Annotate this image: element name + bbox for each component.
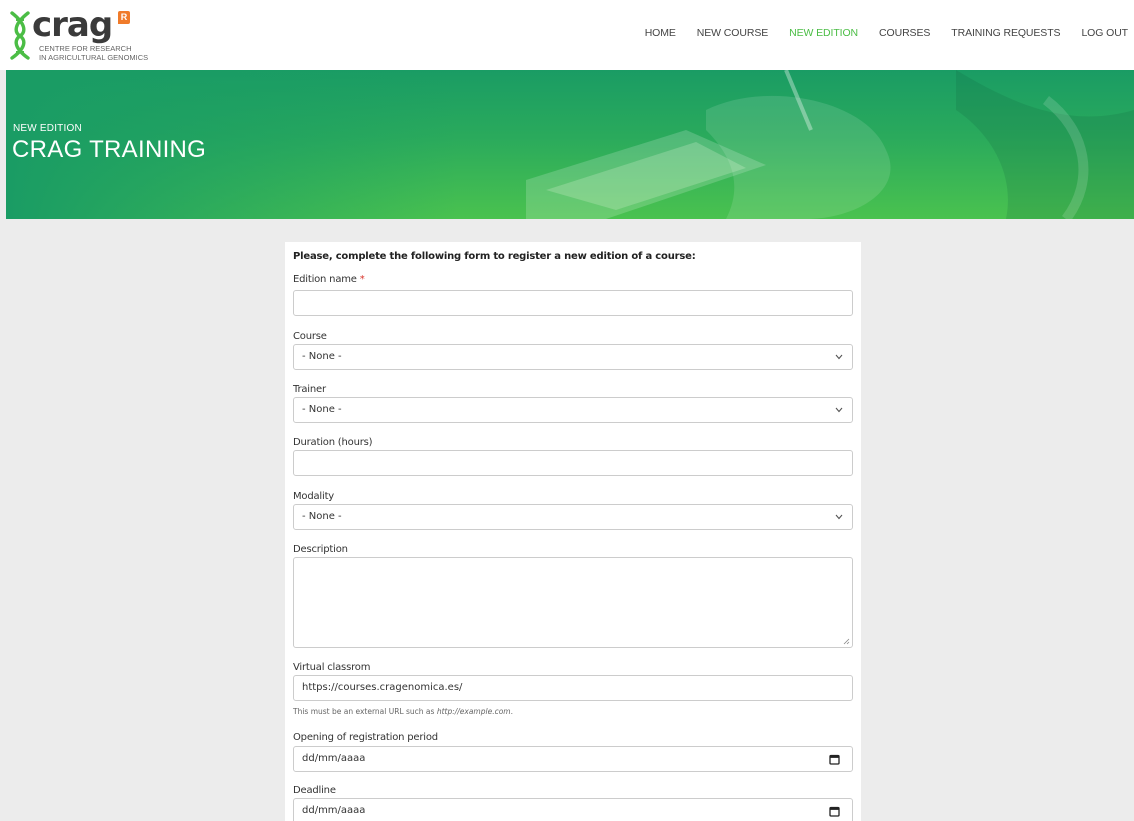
page-title: CRAG TRAINING xyxy=(12,136,207,163)
form-intro: Please, complete the following form to r… xyxy=(293,251,696,262)
logo-badge: R xyxy=(118,11,130,24)
course-label: Course xyxy=(293,331,327,342)
chevron-down-icon xyxy=(835,354,843,360)
edition-name-label: Edition name * xyxy=(293,274,365,285)
edition-name-input[interactable] xyxy=(293,290,853,316)
trainer-select-value: - None - xyxy=(302,404,342,415)
new-edition-form: Please, complete the following form to r… xyxy=(285,242,861,821)
nav-courses[interactable]: COURSES xyxy=(879,27,930,39)
nav-new-course[interactable]: NEW COURSE xyxy=(697,27,768,39)
calendar-icon[interactable] xyxy=(829,806,840,817)
modality-select-value: - None - xyxy=(302,511,342,522)
top-bar: crag R CENTRE FOR RESEARCH IN AGRICULTUR… xyxy=(0,0,1134,70)
nav-home[interactable]: HOME xyxy=(645,27,676,39)
virtual-classroom-help: This must be an external URL such as htt… xyxy=(293,707,513,716)
deadline-label: Deadline xyxy=(293,785,336,796)
virtual-classroom-input[interactable]: https://courses.cragenomica.es/ xyxy=(293,675,853,701)
deadline-date-input[interactable]: dd/mm/aaaa xyxy=(293,798,853,821)
nav-training-requests[interactable]: TRAINING REQUESTS xyxy=(951,27,1060,39)
virtual-classroom-label: Virtual classrom xyxy=(293,662,371,673)
dna-helix-icon xyxy=(10,11,30,60)
registration-opening-date-input[interactable]: dd/mm/aaaa xyxy=(293,746,853,772)
course-select-value: - None - xyxy=(302,351,342,362)
deadline-value: dd/mm/aaaa xyxy=(302,805,366,816)
trainer-label: Trainer xyxy=(293,384,326,395)
main-nav: HOME NEW COURSE NEW EDITION COURSES TRAI… xyxy=(624,27,1128,39)
description-textarea[interactable] xyxy=(293,557,853,648)
required-mark: * xyxy=(359,274,365,285)
logo-subtitle-line1: CENTRE FOR RESEARCH xyxy=(39,44,132,53)
edition-name-label-text: Edition name xyxy=(293,274,357,285)
help-text-prefix: This must be an external URL such as xyxy=(293,707,437,716)
banner-kicker: NEW EDITION xyxy=(13,123,82,134)
crag-logo[interactable]: crag R CENTRE FOR RESEARCH IN AGRICULTUR… xyxy=(8,5,148,62)
calendar-icon[interactable] xyxy=(829,754,840,765)
page-banner: NEW EDITION CRAG TRAINING xyxy=(6,70,1134,219)
chevron-down-icon xyxy=(835,514,843,520)
nav-log-out[interactable]: LOG OUT xyxy=(1081,27,1128,39)
description-label: Description xyxy=(293,544,348,555)
logo-wordmark: crag xyxy=(32,5,113,45)
duration-label: Duration (hours) xyxy=(293,437,373,448)
nav-new-edition[interactable]: NEW EDITION xyxy=(789,27,858,39)
help-text-suffix: . xyxy=(510,707,513,716)
modality-label: Modality xyxy=(293,491,335,502)
chevron-down-icon xyxy=(835,407,843,413)
logo-subtitle-line2: IN AGRICULTURAL GENOMICS xyxy=(39,53,149,62)
course-select[interactable]: - None - xyxy=(293,344,853,370)
resize-grip-icon[interactable] xyxy=(843,638,850,645)
trainer-select[interactable]: - None - xyxy=(293,397,853,423)
modality-select[interactable]: - None - xyxy=(293,504,853,530)
help-text-example: http://example.com xyxy=(436,707,511,716)
registration-opening-label: Opening of registration period xyxy=(293,732,438,743)
registration-opening-value: dd/mm/aaaa xyxy=(302,753,366,764)
duration-input[interactable] xyxy=(293,450,853,476)
logo-subtitle: CENTRE FOR RESEARCH IN AGRICULTURAL GENO… xyxy=(39,44,148,62)
